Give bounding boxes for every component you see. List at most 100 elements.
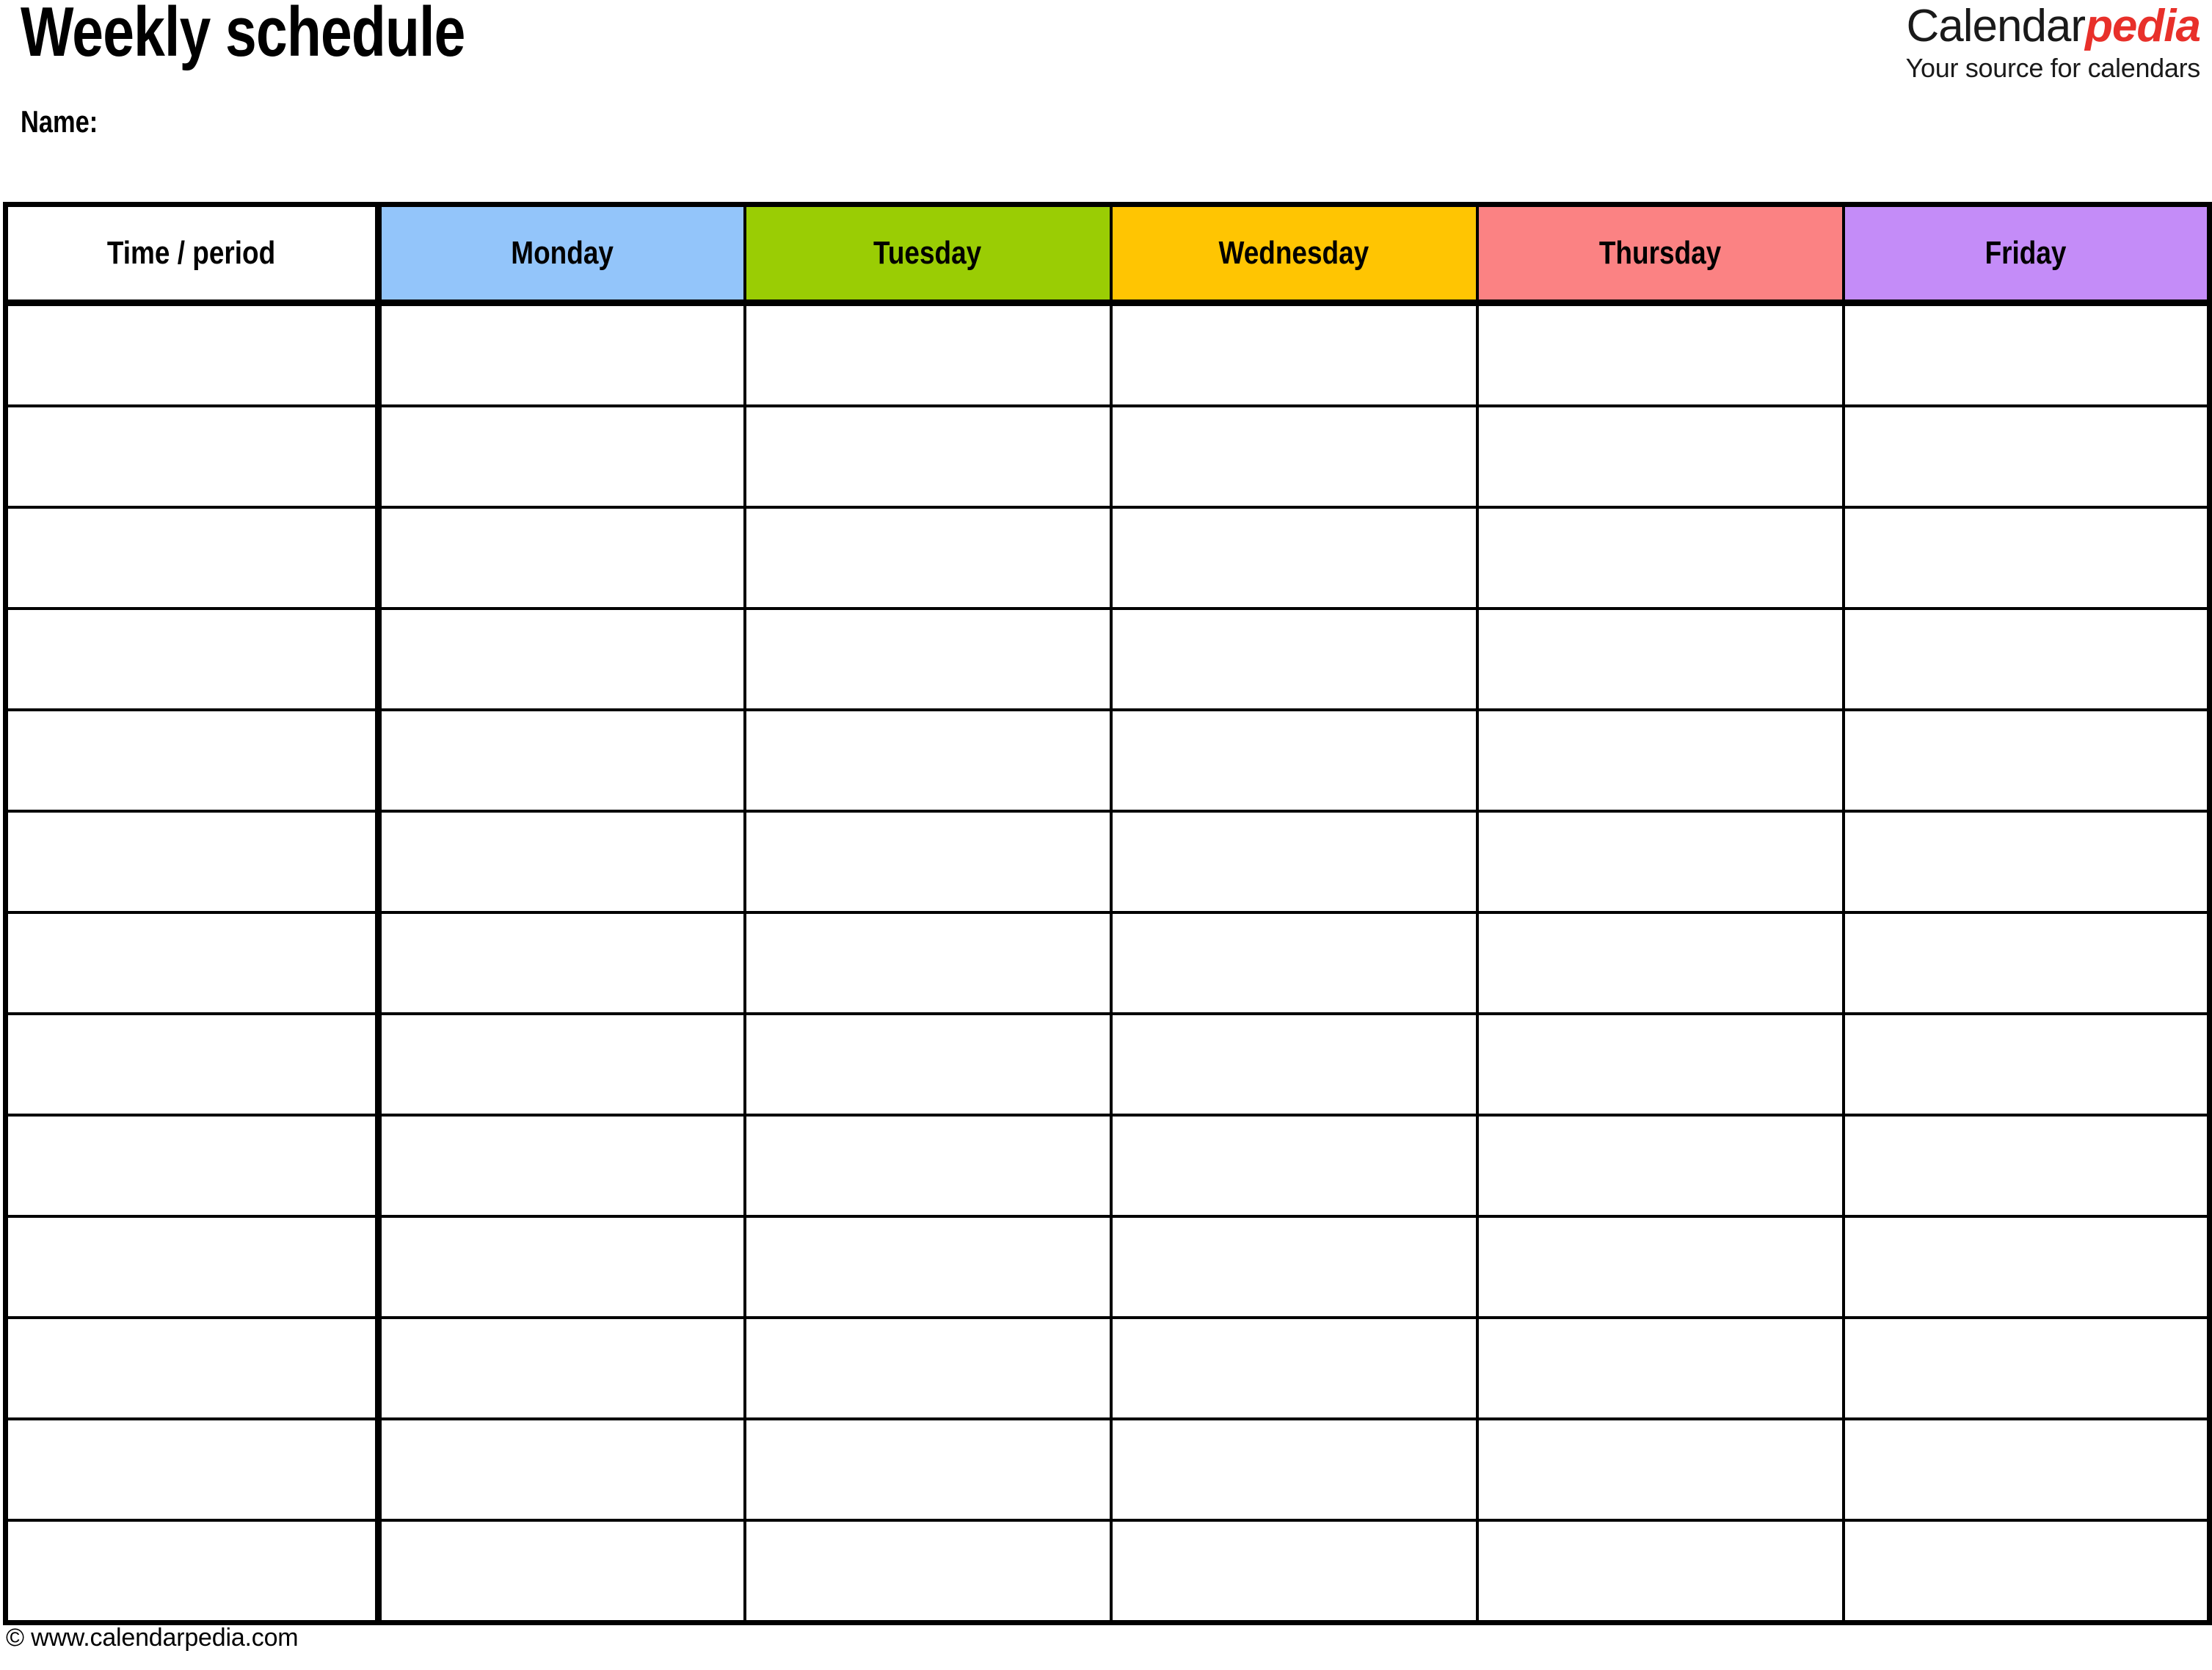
cell-thursday[interactable]: [1477, 406, 1845, 509]
table-body: [5, 302, 2210, 1623]
table-row: [5, 1419, 2210, 1522]
cell-thursday[interactable]: [1477, 1216, 1845, 1319]
cell-thursday[interactable]: [1477, 912, 1845, 1015]
cell-thursday[interactable]: [1477, 507, 1845, 610]
table-row: [5, 507, 2210, 610]
cell-thursday[interactable]: [1477, 302, 1845, 407]
cell-time-period[interactable]: [5, 609, 382, 711]
brand-tagline: Your source for calendars: [1905, 53, 2201, 84]
cell-time-period[interactable]: [5, 1115, 382, 1218]
brand-name-primary: Calendar: [1906, 1, 2086, 51]
cell-monday[interactable]: [378, 1115, 746, 1218]
cell-wednesday[interactable]: [1110, 1014, 1479, 1117]
cell-friday[interactable]: [1843, 811, 2210, 914]
cell-tuesday[interactable]: [744, 1014, 1113, 1117]
cell-tuesday[interactable]: [744, 1318, 1113, 1420]
cell-tuesday[interactable]: [744, 1115, 1113, 1218]
cell-tuesday[interactable]: [744, 710, 1113, 813]
cell-time-period[interactable]: [5, 811, 382, 914]
cell-thursday[interactable]: [1477, 1419, 1845, 1522]
cell-thursday[interactable]: [1477, 710, 1845, 813]
cell-monday[interactable]: [378, 1216, 746, 1319]
cell-monday[interactable]: [378, 1520, 746, 1623]
cell-friday[interactable]: [1843, 302, 2210, 407]
column-header-tuesday: Tuesday: [744, 204, 1113, 306]
cell-time-period[interactable]: [5, 1318, 382, 1420]
cell-friday[interactable]: [1843, 1520, 2210, 1623]
column-header-label: Thursday: [1598, 235, 1722, 271]
column-header-friday: Friday: [1843, 204, 2210, 306]
cell-friday[interactable]: [1843, 1014, 2210, 1117]
cell-thursday[interactable]: [1477, 811, 1845, 914]
cell-wednesday[interactable]: [1110, 1318, 1479, 1420]
cell-time-period[interactable]: [5, 1216, 382, 1319]
cell-time-period[interactable]: [5, 406, 382, 509]
cell-thursday[interactable]: [1477, 1520, 1845, 1623]
cell-wednesday[interactable]: [1110, 710, 1479, 813]
cell-monday[interactable]: [378, 1014, 746, 1117]
table-row: [5, 1216, 2210, 1319]
cell-tuesday[interactable]: [744, 406, 1113, 509]
cell-tuesday[interactable]: [744, 1419, 1113, 1522]
cell-time-period[interactable]: [5, 507, 382, 610]
cell-tuesday[interactable]: [744, 507, 1113, 610]
cell-wednesday[interactable]: [1110, 811, 1479, 914]
cell-friday[interactable]: [1843, 1419, 2210, 1522]
cell-wednesday[interactable]: [1110, 1419, 1479, 1522]
table-row: [5, 1014, 2210, 1117]
cell-tuesday[interactable]: [744, 302, 1113, 407]
cell-monday[interactable]: [378, 302, 746, 407]
column-header-thursday: Thursday: [1477, 204, 1845, 306]
table-row: [5, 1520, 2210, 1623]
cell-time-period[interactable]: [5, 912, 382, 1015]
column-header-label: Tuesday: [873, 235, 982, 271]
cell-time-period[interactable]: [5, 1014, 382, 1117]
cell-time-period[interactable]: [5, 1520, 382, 1623]
cell-monday[interactable]: [378, 1318, 746, 1420]
cell-tuesday[interactable]: [744, 609, 1113, 711]
cell-tuesday[interactable]: [744, 912, 1113, 1015]
cell-thursday[interactable]: [1477, 1318, 1845, 1420]
table-row: [5, 1115, 2210, 1218]
cell-monday[interactable]: [378, 609, 746, 711]
column-header-wednesday: Wednesday: [1110, 204, 1479, 306]
cell-monday[interactable]: [378, 1419, 746, 1522]
cell-tuesday[interactable]: [744, 1520, 1113, 1623]
cell-wednesday[interactable]: [1110, 912, 1479, 1015]
cell-time-period[interactable]: [5, 1419, 382, 1522]
cell-time-period[interactable]: [5, 710, 382, 813]
page-header: Weekly schedule Name: Calendarpedia Your…: [0, 0, 2212, 198]
cell-friday[interactable]: [1843, 1115, 2210, 1218]
cell-wednesday[interactable]: [1110, 1115, 1479, 1218]
cell-friday[interactable]: [1843, 406, 2210, 509]
cell-friday[interactable]: [1843, 912, 2210, 1015]
cell-friday[interactable]: [1843, 609, 2210, 711]
cell-wednesday[interactable]: [1110, 302, 1479, 407]
weekly-schedule-table-wrapper: Time / period Monday Tuesday Wednesday Thurs…: [3, 202, 2212, 1625]
cell-thursday[interactable]: [1477, 1014, 1845, 1117]
column-header-monday: Monday: [378, 204, 746, 306]
cell-thursday[interactable]: [1477, 1115, 1845, 1218]
cell-wednesday[interactable]: [1110, 507, 1479, 610]
cell-time-period[interactable]: [5, 302, 382, 407]
calendarpedia-logo[interactable]: Calendarpedia Your source for calendars: [1905, 1, 2201, 84]
cell-friday[interactable]: [1843, 1318, 2210, 1420]
cell-friday[interactable]: [1843, 507, 2210, 610]
cell-monday[interactable]: [378, 406, 746, 509]
cell-thursday[interactable]: [1477, 609, 1845, 711]
table-row: [5, 811, 2210, 914]
cell-wednesday[interactable]: [1110, 1520, 1479, 1623]
cell-friday[interactable]: [1843, 710, 2210, 813]
cell-monday[interactable]: [378, 912, 746, 1015]
cell-tuesday[interactable]: [744, 1216, 1113, 1319]
cell-tuesday[interactable]: [744, 811, 1113, 914]
cell-monday[interactable]: [378, 811, 746, 914]
cell-monday[interactable]: [378, 507, 746, 610]
cell-wednesday[interactable]: [1110, 406, 1479, 509]
cell-friday[interactable]: [1843, 1216, 2210, 1319]
name-field-label: Name:: [21, 104, 98, 139]
cell-wednesday[interactable]: [1110, 609, 1479, 711]
column-header-label: Time / period: [107, 235, 276, 271]
cell-monday[interactable]: [378, 710, 746, 813]
cell-wednesday[interactable]: [1110, 1216, 1479, 1319]
